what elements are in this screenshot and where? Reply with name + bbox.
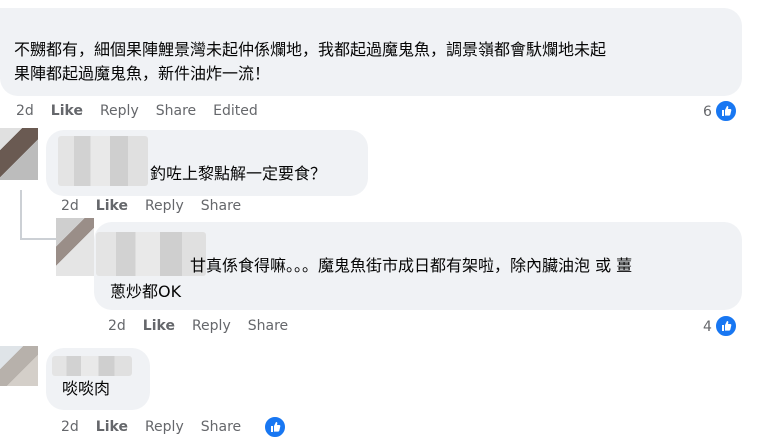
comment-text-line: 釣咗上黎點解一定要食？ — [150, 164, 327, 183]
like-button[interactable]: Like — [96, 198, 128, 214]
timestamp[interactable]: 2d — [61, 198, 79, 214]
avatar[interactable] — [0, 346, 38, 386]
like-button[interactable]: Like — [96, 419, 128, 435]
comment-text-line: 啖啖肉 — [62, 379, 111, 398]
like-button[interactable]: Like — [51, 103, 83, 119]
reply-button[interactable]: Reply — [145, 198, 184, 214]
timestamp[interactable]: 2d — [61, 419, 79, 435]
thumbs-up-icon[interactable] — [263, 415, 287, 439]
avatar[interactable] — [0, 128, 38, 180]
comment-text-line: 甘真係食得嘛。。。魔鬼魚街市成日都有架啦，除內臟油泡 或 薑 — [190, 256, 633, 275]
like-button[interactable]: Like — [143, 318, 175, 334]
timestamp[interactable]: 2d — [108, 318, 126, 334]
commenter-name-blurred[interactable] — [58, 136, 148, 186]
edited-label: Edited — [213, 103, 258, 119]
comment-actions: 2d Like Reply Share Edited — [16, 103, 275, 119]
thumbs-up-icon — [714, 99, 738, 123]
avatar[interactable] — [56, 218, 94, 276]
share-button[interactable]: Share — [201, 419, 241, 435]
comment-actions: 2d Like Reply Share — [61, 198, 258, 214]
share-button[interactable]: Share — [248, 318, 288, 334]
thumbs-up-icon — [714, 314, 738, 338]
reply-button[interactable]: Reply — [192, 318, 231, 334]
comment-text-line: 果陣都起過魔鬼魚，新件油炸一流！ — [14, 64, 271, 83]
timestamp[interactable]: 2d — [16, 103, 34, 119]
comment-text-line: 不嬲都有，細個果陣鯉景灣未起仲係爛地，我都起過魔鬼魚，調景嶺都會馱爛地未起 — [14, 40, 607, 59]
commenter-name-blurred[interactable] — [52, 356, 132, 376]
thread-connector — [20, 238, 56, 240]
reply-button[interactable]: Reply — [100, 103, 139, 119]
reaction-count[interactable]: 4 — [703, 319, 712, 335]
comment-text-line: 蔥炒都OK — [110, 282, 182, 301]
reply-button[interactable]: Reply — [145, 419, 184, 435]
comment-actions: 2d Like Reply Share — [108, 318, 305, 334]
share-button[interactable]: Share — [156, 103, 196, 119]
thread-connector — [20, 190, 22, 238]
share-button[interactable]: Share — [201, 198, 241, 214]
reaction-count[interactable]: 6 — [703, 104, 712, 120]
comment-actions: 2d Like Reply Share — [61, 419, 258, 435]
